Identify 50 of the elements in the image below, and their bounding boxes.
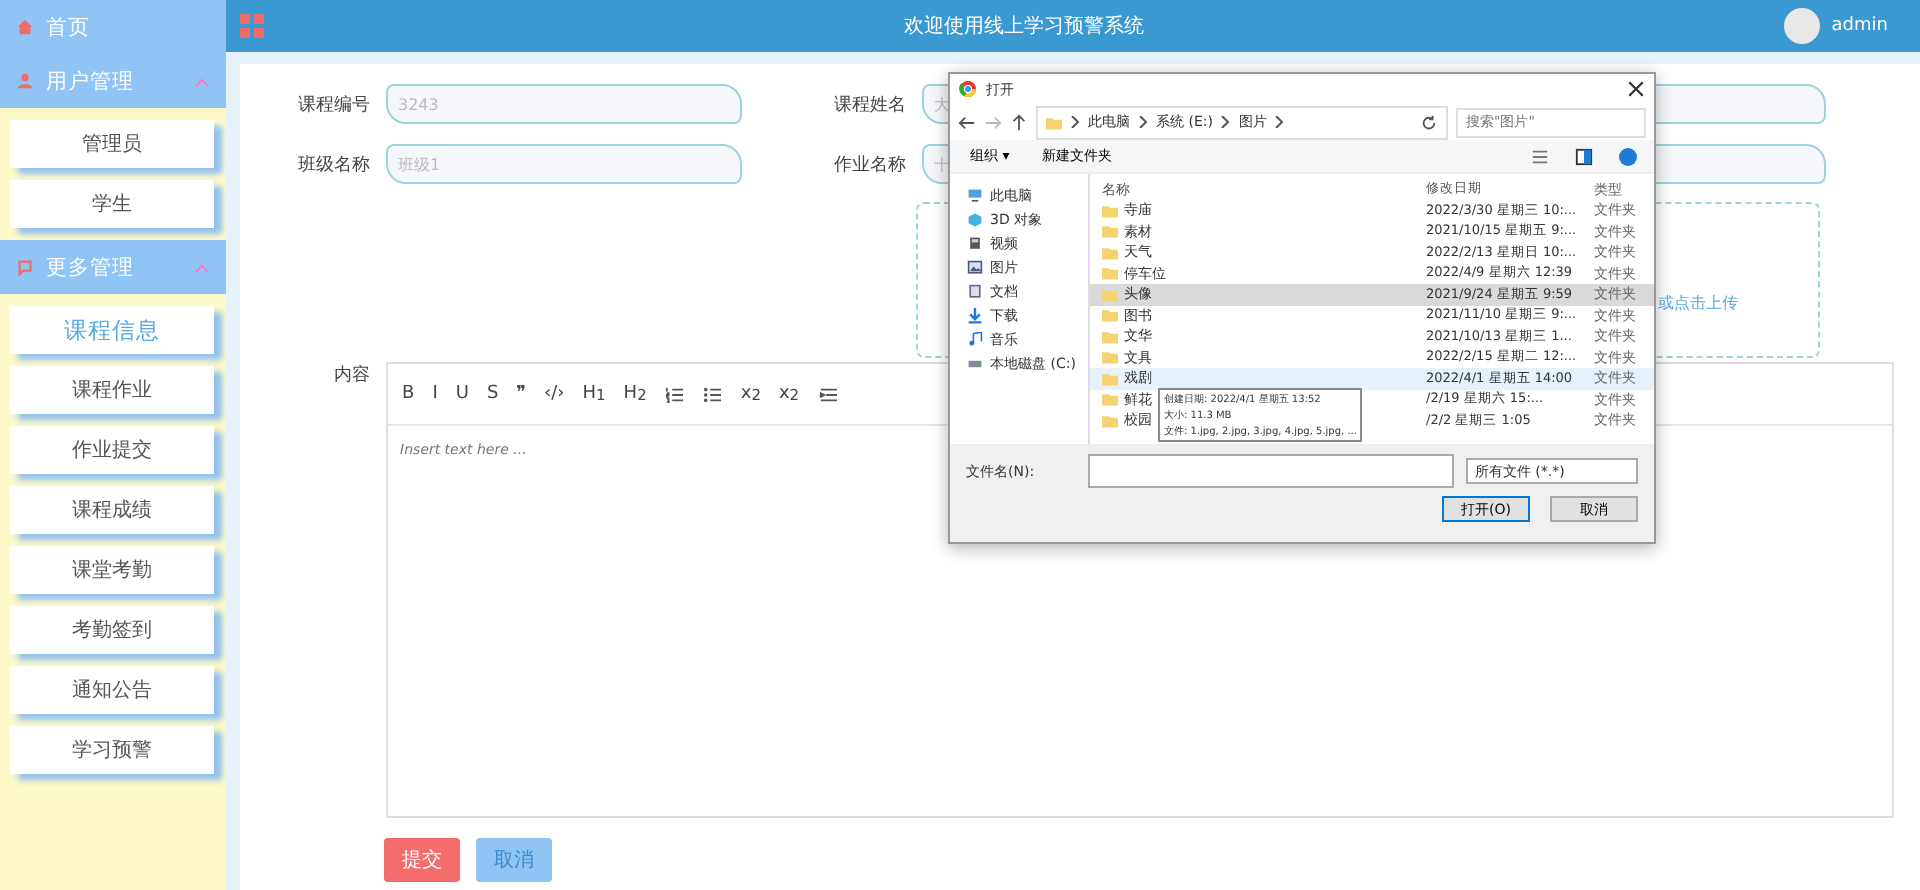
field-label: 作业名称 bbox=[832, 153, 908, 177]
toolbar-button[interactable]: U bbox=[453, 380, 471, 408]
download-arrow-icon bbox=[966, 307, 984, 323]
preview-pane-icon bbox=[1574, 147, 1594, 165]
chevron-icon bbox=[1274, 116, 1285, 128]
file-name-field[interactable] bbox=[1088, 454, 1455, 488]
up-arrow-icon bbox=[1010, 113, 1028, 131]
indent-icon[interactable] bbox=[817, 385, 838, 403]
menu-item[interactable]: 学生 bbox=[10, 180, 214, 228]
disk-drive-icon bbox=[966, 355, 984, 371]
refresh-icon bbox=[1420, 113, 1438, 131]
avatar bbox=[1783, 8, 1820, 44]
menu-item[interactable]: 通知公告 bbox=[10, 666, 214, 714]
music-note-icon bbox=[966, 331, 984, 347]
menu-item[interactable]: 课程作业 bbox=[10, 366, 214, 414]
toolbar-button[interactable]: ❞ bbox=[514, 380, 528, 408]
picture-icon bbox=[966, 259, 984, 275]
home-icon bbox=[16, 18, 34, 36]
field-label: 内容 bbox=[332, 363, 372, 390]
toolbar-button[interactable]: I bbox=[430, 380, 440, 408]
close-icon bbox=[1626, 80, 1646, 98]
chevron-icon bbox=[1070, 116, 1080, 128]
bullet-list-icon[interactable] bbox=[702, 385, 723, 403]
toolbar-button[interactable]: ‹/› bbox=[542, 380, 567, 408]
menu-item[interactable]: 作业提交 bbox=[10, 426, 214, 474]
person-icon bbox=[16, 72, 34, 90]
chevron-icon bbox=[1220, 116, 1231, 128]
toolbar-button[interactable]: B bbox=[400, 380, 417, 408]
field-label: 课程姓名 bbox=[832, 93, 908, 117]
numbered-list-icon[interactable] bbox=[664, 385, 685, 403]
menu-item[interactable]: 课程成绩 bbox=[10, 486, 214, 534]
field-label: 课程编号 bbox=[296, 93, 372, 117]
menu-item[interactable]: 课堂考勤 bbox=[10, 546, 214, 594]
field-label: 班级名称 bbox=[296, 153, 372, 177]
page-title: 欢迎使用线上学习预警系统 bbox=[901, 13, 1146, 40]
document-icon bbox=[966, 283, 984, 299]
menu-item[interactable]: 考勤签到 bbox=[10, 606, 214, 654]
chevron-icon bbox=[1138, 116, 1148, 128]
forward-arrow-icon bbox=[984, 113, 1002, 131]
back-arrow-icon bbox=[958, 113, 976, 131]
toolbar-button[interactable]: S bbox=[484, 380, 501, 408]
chat-bubble-icon bbox=[16, 258, 34, 276]
grid-menu-icon bbox=[240, 14, 264, 38]
computer-icon bbox=[966, 187, 984, 203]
view-options-icon bbox=[1530, 147, 1550, 165]
menu-item[interactable]: 学习预警 bbox=[10, 726, 214, 774]
menu-item[interactable]: 管理员 bbox=[10, 120, 214, 168]
folder-icon bbox=[1046, 115, 1062, 129]
browser-logo-icon bbox=[958, 80, 978, 98]
cube-icon bbox=[966, 211, 984, 227]
